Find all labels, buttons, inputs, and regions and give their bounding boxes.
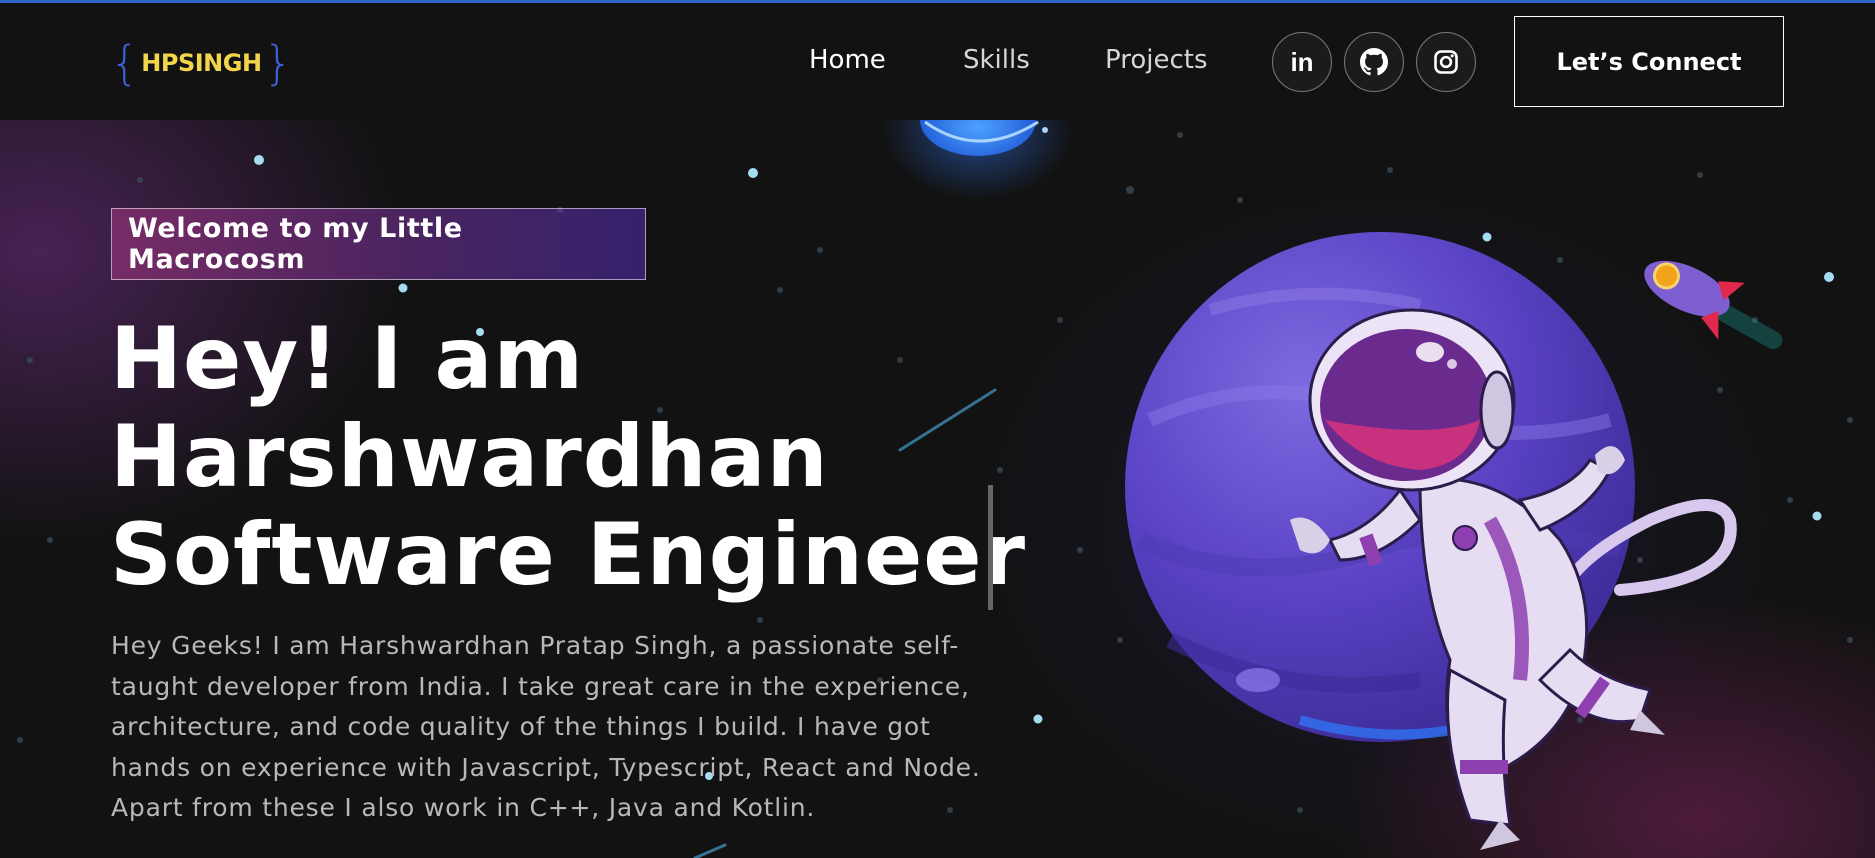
top-planet (883, 120, 1073, 200)
github-icon (1360, 48, 1388, 76)
hero-headline: Hey! I am Harshwardhan Software Engineer (110, 310, 1026, 604)
instagram-button[interactable] (1416, 32, 1476, 92)
headline-line-1: Hey! I am (110, 309, 585, 409)
instagram-icon (1434, 50, 1458, 74)
linkedin-icon: in (1290, 46, 1314, 77)
logo-text: HPSINGH (141, 49, 262, 77)
linkedin-button[interactable]: in (1272, 32, 1332, 92)
hero-banner: Welcome to my Little Macrocosm Hey! I am… (0, 120, 1875, 858)
nav-link-home[interactable]: Home (809, 45, 886, 75)
nav-link-projects[interactable]: Projects (1105, 45, 1208, 75)
logo[interactable]: { HPSINGH } (110, 36, 293, 90)
logo-close-brace: } (263, 36, 293, 90)
lets-connect-button[interactable]: Let’s Connect (1514, 16, 1784, 107)
headline-line-2: Harshwardhan (110, 407, 829, 507)
headline-line-3: Software Engineer (110, 505, 1027, 605)
github-button[interactable] (1344, 32, 1404, 92)
logo-open-brace: { (110, 36, 140, 90)
nav-link-skills[interactable]: Skills (963, 45, 1030, 75)
rocket (1644, 260, 1783, 350)
welcome-tagline: Welcome to my Little Macrocosm (111, 208, 646, 280)
navbar: { HPSINGH } Home Skills Projects in Let’… (0, 3, 1875, 120)
hero-description: Hey Geeks! I am Harshwardhan Pratap Sing… (111, 631, 981, 822)
typing-cursor (988, 485, 993, 610)
